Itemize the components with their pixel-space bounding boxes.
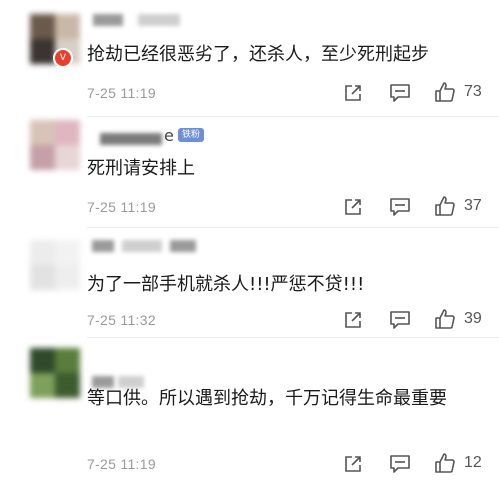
username-blurred[interactable]	[92, 240, 114, 252]
avatar[interactable]	[30, 348, 80, 398]
avatar[interactable]	[30, 240, 80, 290]
username-blurred[interactable]	[138, 14, 180, 26]
like-button[interactable]: 39	[434, 307, 482, 331]
username-tail[interactable]: e	[164, 126, 174, 145]
like-count: 73	[464, 83, 482, 100]
share-button[interactable]	[343, 452, 363, 476]
share-button[interactable]	[343, 308, 363, 332]
username-blurred[interactable]	[170, 240, 196, 252]
comment-feed: { "comments": [ { "text": "抢劫已经很恶劣了，还杀人，…	[0, 0, 499, 486]
share-icon	[345, 199, 361, 215]
username-blurred[interactable]	[100, 133, 162, 145]
comment-timestamp: 7-25 11:32	[87, 312, 156, 328]
share-icon	[345, 312, 361, 328]
comment-button[interactable]	[389, 308, 411, 332]
username-blurred[interactable]	[93, 14, 123, 26]
comment-button[interactable]	[389, 81, 411, 105]
like-button[interactable]: 37	[434, 194, 482, 218]
comment-icon	[390, 455, 410, 473]
comment-text: 等口供。所以遇到抢劫，千万记得生命最重要	[87, 388, 447, 409]
comment-button[interactable]	[389, 452, 411, 476]
username-blurred[interactable]	[122, 240, 162, 252]
thumbs-up-icon	[435, 309, 455, 329]
share-icon	[345, 456, 361, 472]
like-count: 39	[464, 310, 482, 327]
thumbs-up-icon	[435, 82, 455, 102]
comment-text: 为了一部手机就杀人!!!严惩不贷!!!	[87, 274, 365, 295]
comment-item: 为了一部手机就杀人!!!严惩不贷!!! 7-25 11:32 39	[0, 230, 499, 338]
share-icon	[345, 85, 361, 101]
verified-badge-icon: V	[53, 48, 73, 68]
comment-timestamp: 7-25 11:19	[87, 456, 156, 472]
comment-text: 死刑请安排上	[87, 158, 195, 179]
comment-text: 抢劫已经很恶劣了，还杀人，至少死刑起步	[87, 44, 429, 65]
comment-icon	[390, 84, 410, 102]
share-button[interactable]	[343, 81, 363, 105]
fan-badge: 铁粉	[178, 128, 205, 142]
comment-item: 等口供。所以遇到抢劫，千万记得生命最重要 7-25 11:19 12	[0, 338, 499, 486]
divider	[87, 116, 499, 117]
comment-button[interactable]	[389, 195, 411, 219]
share-button[interactable]	[343, 195, 363, 219]
comment-icon	[390, 311, 410, 329]
thumbs-up-icon	[435, 453, 455, 473]
comment-timestamp: 7-25 11:19	[87, 85, 156, 101]
comment-item: V 抢劫已经很恶劣了，还杀人，至少死刑起步 7-25 11:19 73	[0, 0, 499, 118]
like-button[interactable]: 12	[434, 451, 482, 475]
like-count: 37	[464, 197, 482, 214]
avatar[interactable]	[30, 120, 80, 170]
comment-icon	[390, 198, 410, 216]
divider	[87, 227, 499, 228]
comment-timestamp: 7-25 11:19	[87, 199, 156, 215]
thumbs-up-icon	[435, 196, 455, 216]
like-count: 12	[464, 454, 482, 471]
comment-item: e 铁粉 死刑请安排上 7-25 11:19 37	[0, 118, 499, 230]
like-button[interactable]: 73	[434, 80, 482, 104]
